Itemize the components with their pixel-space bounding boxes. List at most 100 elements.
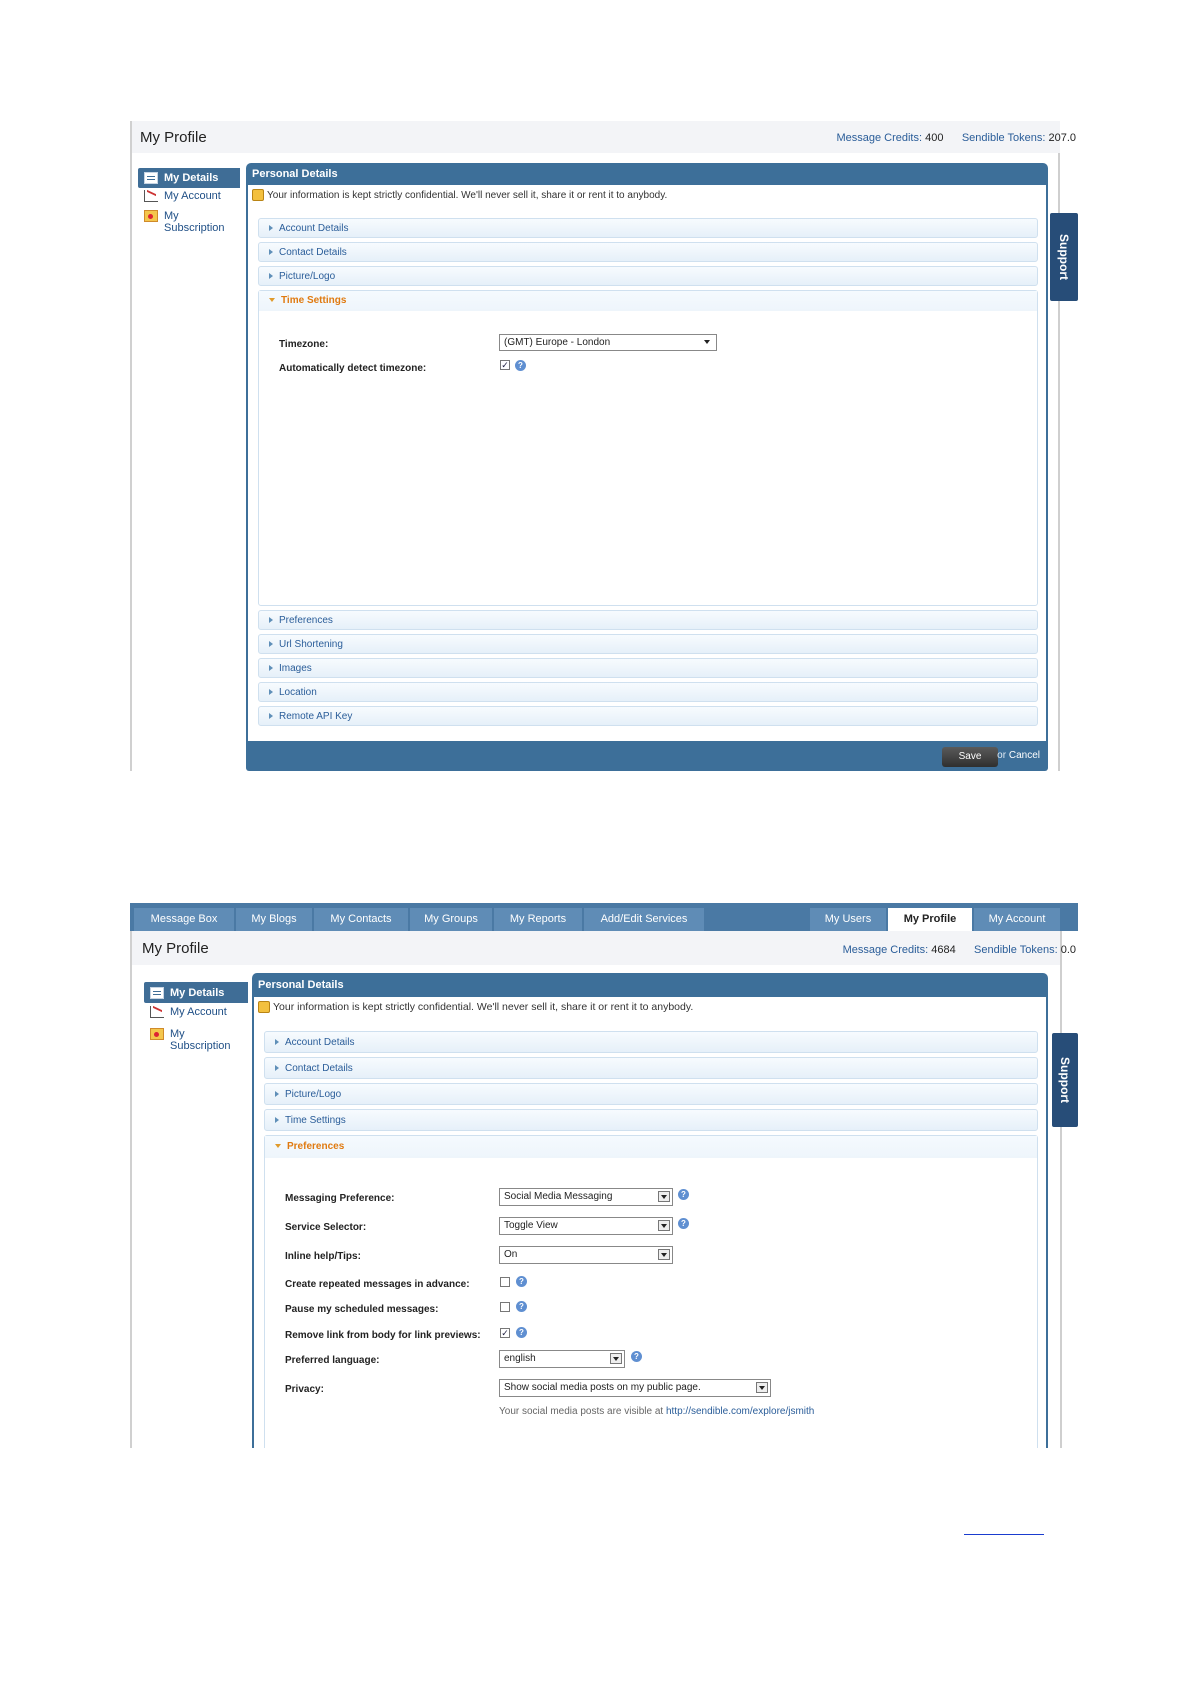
- tab-my-contacts[interactable]: My Contacts: [314, 908, 408, 931]
- id-card-icon: [144, 172, 158, 184]
- section-contact-details[interactable]: Contact Details: [264, 1057, 1038, 1079]
- caret-down-icon: [275, 1143, 281, 1148]
- help-icon[interactable]: ?: [631, 1351, 642, 1362]
- message-credits-label: Message Credits:: [836, 132, 923, 144]
- section-remote-api-key[interactable]: Remote API Key: [258, 706, 1038, 726]
- sidebar-item-my-subscription[interactable]: My Subscription: [138, 210, 240, 234]
- section-picture-logo[interactable]: Picture/Logo: [264, 1083, 1038, 1105]
- section-contact-details[interactable]: Contact Details: [258, 242, 1038, 262]
- pause-messages-checkbox[interactable]: [500, 1302, 510, 1312]
- section-label: Time Settings: [285, 1115, 346, 1126]
- section-picture-logo[interactable]: Picture/Logo: [258, 266, 1038, 286]
- support-tab[interactable]: Support: [1050, 213, 1078, 301]
- preferred-language-select[interactable]: english: [499, 1350, 625, 1368]
- section-preferences[interactable]: Preferences: [258, 610, 1038, 630]
- subscription-icon: [144, 210, 158, 222]
- pause-messages-label: Pause my scheduled messages:: [285, 1304, 439, 1315]
- screenshot-preferences: Message Box My Blogs My Contacts My Grou…: [130, 903, 1078, 1448]
- sidebar-item-my-account[interactable]: My Account: [138, 190, 240, 210]
- sendible-tokens-value: 207.0: [1048, 132, 1076, 144]
- help-icon[interactable]: ?: [516, 1327, 527, 1338]
- privacy-value: Show social media posts on my public pag…: [504, 1382, 701, 1393]
- help-icon[interactable]: ?: [515, 360, 526, 371]
- inline-help-select[interactable]: On: [499, 1246, 673, 1264]
- timezone-label: Timezone:: [279, 339, 329, 350]
- link-underline[interactable]: [964, 1534, 1044, 1535]
- sidebar-item-my-details[interactable]: My Details: [144, 982, 248, 1003]
- section-account-details[interactable]: Account Details: [264, 1031, 1038, 1053]
- support-tab[interactable]: Support: [1052, 1033, 1078, 1127]
- sidebar-item-my-details[interactable]: My Details: [138, 168, 240, 188]
- caret-right-icon: [269, 249, 273, 255]
- sendible-tokens-value: 0.0: [1060, 944, 1076, 956]
- timezone-select[interactable]: (GMT) Europe - London: [499, 334, 717, 351]
- section-header-preferences[interactable]: Preferences: [265, 1136, 1037, 1158]
- sidebar-item-label: My Details: [164, 172, 219, 184]
- section-url-shortening[interactable]: Url Shortening: [258, 634, 1038, 654]
- auto-detect-timezone-label: Automatically detect timezone:: [279, 363, 427, 374]
- section-time-settings: Time Settings Timezone: (GMT) Europe - L…: [258, 290, 1038, 606]
- page-title: My Profile: [140, 129, 207, 146]
- left-border: [130, 903, 132, 1448]
- help-icon[interactable]: ?: [678, 1189, 689, 1200]
- chart-icon: [150, 1006, 164, 1018]
- remove-link-checkbox[interactable]: ✓: [500, 1328, 510, 1338]
- page-header: My Profile Message Credits: 4684 Sendibl…: [132, 931, 1076, 965]
- tab-add-edit-services[interactable]: Add/Edit Services: [584, 908, 704, 931]
- caret-right-icon: [269, 225, 273, 231]
- messaging-preference-value: Social Media Messaging: [504, 1191, 613, 1202]
- messaging-preference-select[interactable]: Social Media Messaging: [499, 1188, 673, 1206]
- section-label: Picture/Logo: [279, 271, 336, 282]
- section-header-time-settings[interactable]: Time Settings: [259, 291, 1037, 311]
- tab-my-blogs[interactable]: My Blogs: [236, 908, 312, 931]
- cancel-link[interactable]: Cancel: [1009, 750, 1040, 761]
- help-icon[interactable]: ?: [516, 1276, 527, 1287]
- dropdown-arrow-icon: [658, 1191, 670, 1202]
- confidential-notice: Your information is kept strictly confid…: [252, 189, 667, 201]
- caret-right-icon: [269, 665, 273, 671]
- repeated-messages-checkbox[interactable]: [500, 1277, 510, 1287]
- tab-my-groups[interactable]: My Groups: [410, 908, 492, 931]
- service-selector-label: Service Selector:: [285, 1222, 367, 1233]
- tab-message-box[interactable]: Message Box: [134, 908, 234, 931]
- section-label: Contact Details: [285, 1063, 353, 1074]
- dropdown-arrow-icon: [610, 1353, 622, 1364]
- remove-link-label: Remove link from body for link previews:: [285, 1330, 481, 1341]
- section-time-settings[interactable]: Time Settings: [264, 1109, 1038, 1131]
- tab-my-users[interactable]: My Users: [810, 908, 886, 931]
- tab-my-account[interactable]: My Account: [974, 908, 1060, 931]
- section-images[interactable]: Images: [258, 658, 1038, 678]
- tab-my-profile[interactable]: My Profile: [888, 908, 972, 931]
- service-selector-value: Toggle View: [504, 1220, 558, 1231]
- privacy-select[interactable]: Show social media posts on my public pag…: [499, 1379, 771, 1397]
- service-selector-select[interactable]: Toggle View: [499, 1217, 673, 1235]
- caret-right-icon: [275, 1065, 279, 1071]
- profile-sidebar: My Details My Account My Subscription: [138, 168, 240, 234]
- sidebar-item-label: My Subscription: [170, 1028, 231, 1052]
- privacy-hint: Your social media posts are visible at h…: [499, 1402, 814, 1422]
- sidebar-item-my-subscription[interactable]: My Subscription: [144, 1028, 248, 1058]
- public-page-link[interactable]: http://sendible.com/explore/jsmith: [666, 1406, 814, 1417]
- section-location[interactable]: Location: [258, 682, 1038, 702]
- chart-icon: [144, 190, 158, 202]
- repeated-messages-label: Create repeated messages in advance:: [285, 1279, 470, 1290]
- notice-text: Your information is kept strictly confid…: [267, 189, 668, 201]
- main-nav: Message Box My Blogs My Contacts My Grou…: [130, 903, 1078, 931]
- dropdown-arrow-icon: [658, 1220, 670, 1231]
- save-button[interactable]: Save: [942, 747, 998, 767]
- privacy-hint-text: Your social media posts are visible at: [499, 1406, 664, 1417]
- preferred-language-label: Preferred language:: [285, 1355, 380, 1366]
- section-label: Picture/Logo: [285, 1089, 342, 1100]
- sidebar-item-my-account[interactable]: My Account: [144, 1006, 248, 1026]
- section-label: Images: [279, 663, 312, 674]
- auto-detect-timezone-checkbox[interactable]: ✓: [500, 360, 510, 370]
- label-line-1: My: [170, 1028, 185, 1040]
- section-label: Contact Details: [279, 247, 347, 258]
- caret-right-icon: [275, 1117, 279, 1123]
- tab-my-reports[interactable]: My Reports: [494, 908, 582, 931]
- sidebar-item-label: My Details: [170, 986, 225, 999]
- help-icon[interactable]: ?: [516, 1301, 527, 1312]
- personal-details-panel: Personal Details Your information is kep…: [252, 973, 1048, 1448]
- section-account-details[interactable]: Account Details: [258, 218, 1038, 238]
- help-icon[interactable]: ?: [678, 1218, 689, 1229]
